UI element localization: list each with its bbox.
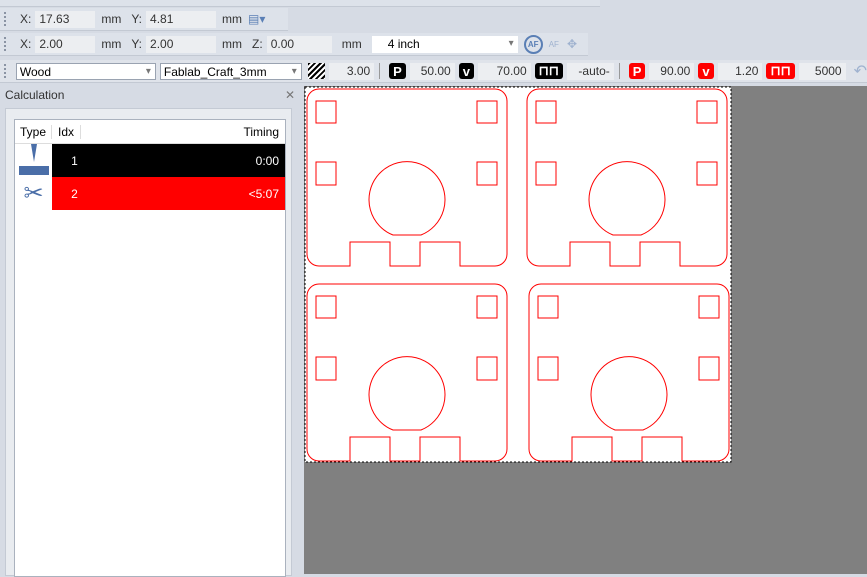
thickness-icon	[307, 63, 326, 79]
unit: mm	[101, 37, 122, 51]
calculation-panel: Calculation ✕ Type Idx Timing 1 0:00 ✂ 2…	[0, 86, 300, 577]
engrave-frequency-field[interactable]: -auto-	[566, 62, 614, 80]
panel-body: Type Idx Timing 1 0:00 ✂ 2 <5:07	[5, 108, 292, 577]
table-header: Type Idx Timing	[15, 120, 285, 144]
move-xyz-icon[interactable]: ✥	[567, 37, 577, 51]
cut-frequency-field[interactable]: 5000	[798, 62, 846, 80]
origin-menu-icon[interactable]: ▤▾	[248, 12, 265, 26]
engrave-frequency-icon: ⊓⊓	[534, 63, 563, 79]
grip[interactable]	[4, 12, 10, 26]
table-row[interactable]: 1 0:00	[15, 144, 285, 177]
cut-speed-icon: v	[698, 63, 714, 79]
column-type[interactable]: Type	[15, 124, 52, 139]
job-area[interactable]	[304, 86, 867, 574]
x-position-field[interactable]: 17.63	[35, 10, 96, 28]
unit: mm	[101, 12, 122, 26]
divider	[618, 63, 620, 79]
offset-toolbar: X: 2.00 mm Y: 2.00 mm Z: 0.00 mm 4 inch …	[0, 33, 588, 56]
row-idx: 1	[71, 153, 78, 168]
divider	[379, 63, 381, 79]
scissors-icon: ✂	[23, 180, 44, 207]
y-label: Y:	[131, 37, 143, 51]
x-label: X:	[20, 37, 32, 51]
grip[interactable]	[4, 64, 10, 78]
unit: mm	[222, 37, 243, 51]
material-sheet	[304, 86, 732, 463]
cut-power-icon: P	[628, 63, 646, 79]
material-select[interactable]: Wood	[15, 62, 156, 80]
engrave-power-icon: P	[389, 63, 406, 79]
column-idx[interactable]: Idx	[52, 124, 81, 139]
engrave-power-field[interactable]: 50.00	[409, 62, 455, 80]
column-timing[interactable]: Timing	[81, 125, 285, 139]
z-offset-field[interactable]: 0.00	[266, 35, 332, 53]
position-toolbar: X: 17.63 mm Y: 4.81 mm ▤▾	[0, 8, 288, 31]
x-label: X:	[20, 12, 32, 26]
profile-select[interactable]: Fablab_Craft_3mm	[159, 62, 302, 80]
z-label: Z:	[252, 37, 263, 51]
cut-power-field[interactable]: 90.00	[649, 62, 695, 80]
engrave-icon	[15, 144, 52, 177]
thickness-field[interactable]: 3.00	[329, 62, 375, 80]
autofocus-icon[interactable]: AF	[523, 34, 543, 54]
row-timing: 0:00	[255, 153, 279, 168]
x-offset-field[interactable]: 2.00	[35, 35, 96, 53]
unit: mm	[341, 37, 362, 51]
y-offset-field[interactable]: 2.00	[146, 35, 217, 53]
table-row[interactable]: ✂ 2 <5:07	[15, 177, 285, 210]
row-timing: <5:07	[248, 186, 279, 201]
unit: mm	[222, 12, 243, 26]
engrave-speed-icon: v	[458, 63, 474, 79]
y-position-field[interactable]: 4.81	[146, 10, 217, 28]
calculation-table: Type Idx Timing 1 0:00 ✂ 2 <5:07	[14, 119, 286, 577]
engrave-speed-field[interactable]: 70.00	[477, 62, 531, 80]
material-toolbar: Wood Fablab_Craft_3mm 3.00 P 50.00 v 70.…	[0, 60, 867, 83]
close-icon[interactable]: ✕	[285, 88, 295, 102]
autofocus-offset-icon[interactable]: AF	[549, 40, 559, 49]
row-idx: 2	[71, 186, 78, 201]
panel-title: Calculation	[5, 88, 65, 102]
toolbar-top-clip	[0, 0, 600, 7]
y-label: Y:	[131, 12, 143, 26]
work-canvas[interactable]	[304, 86, 867, 574]
cut-frequency-icon: ⊓⊓	[766, 63, 795, 79]
cut-speed-field[interactable]: 1.20	[717, 62, 763, 80]
undo-icon[interactable]: ↶	[854, 61, 867, 81]
grip[interactable]	[4, 37, 10, 51]
lens-select[interactable]: 4 inch	[371, 35, 518, 53]
